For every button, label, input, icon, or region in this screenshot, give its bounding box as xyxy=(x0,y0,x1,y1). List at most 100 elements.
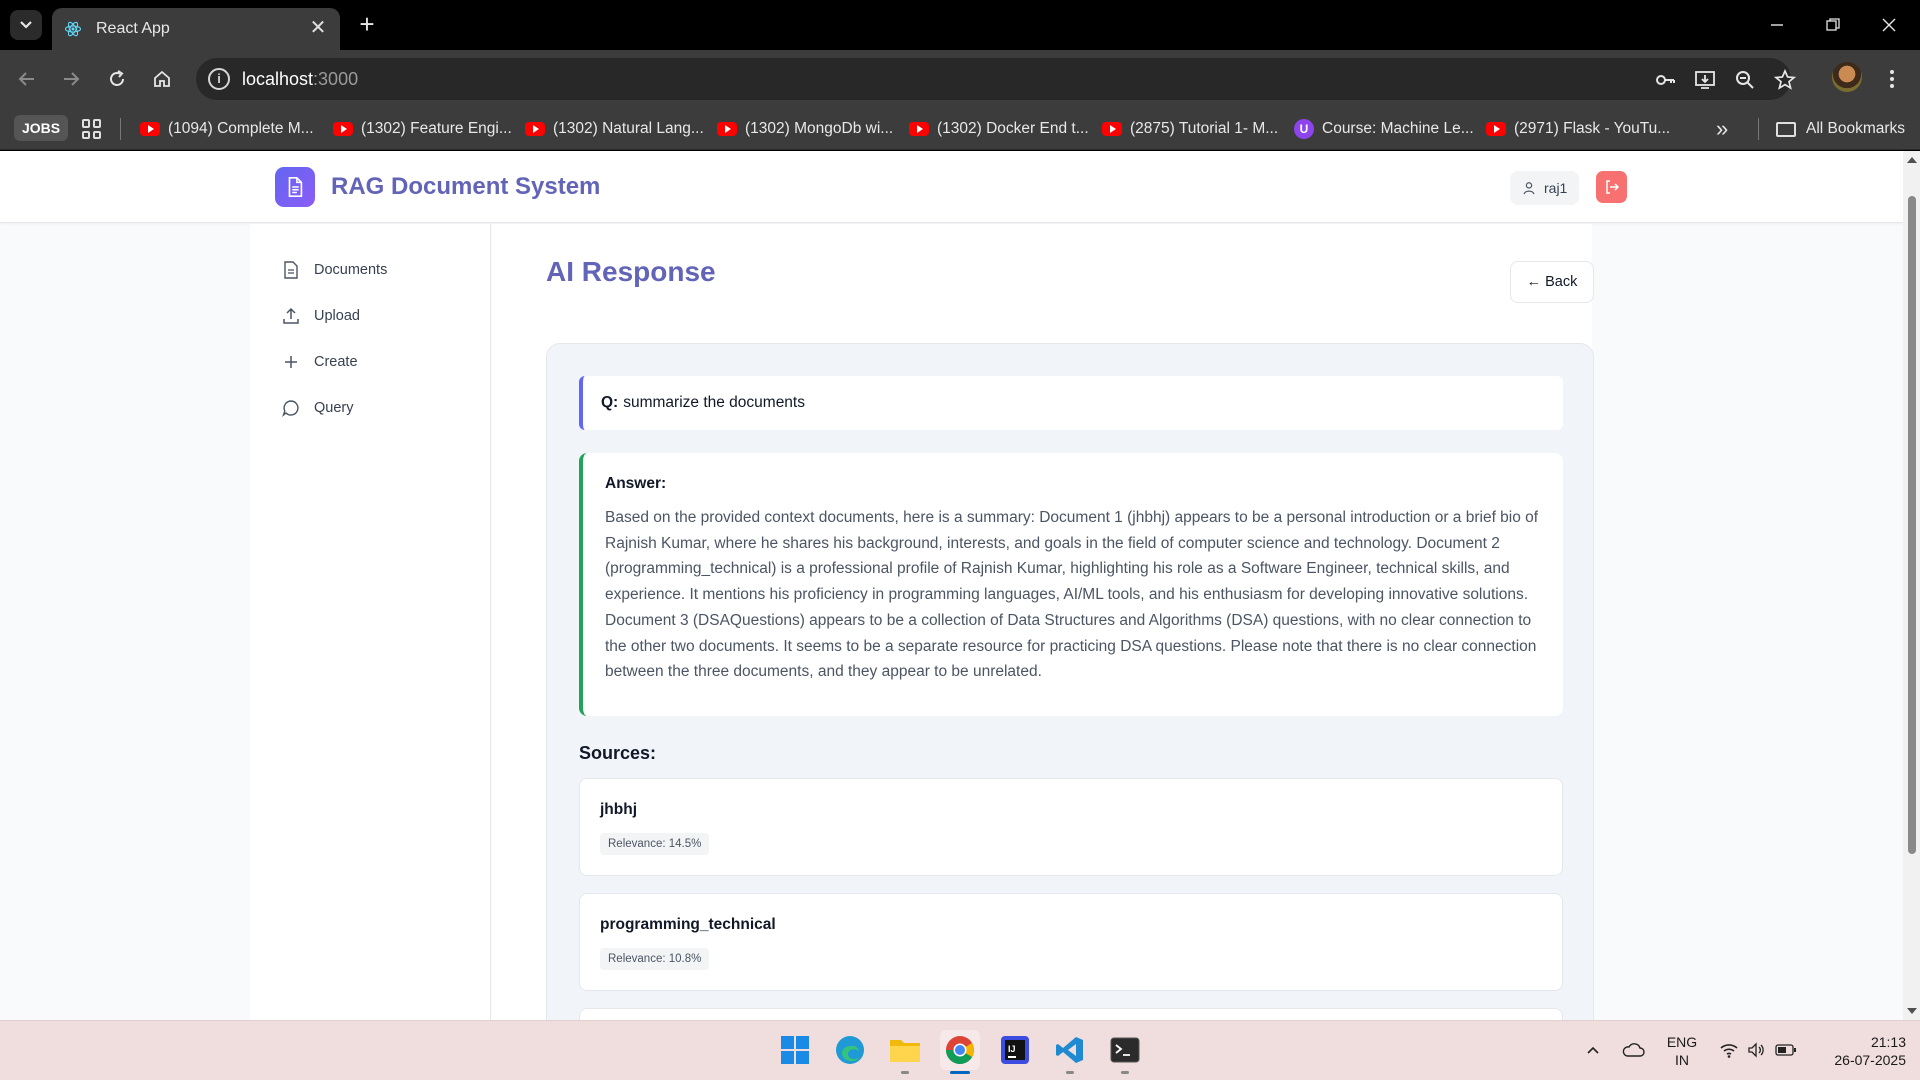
wifi-icon xyxy=(1720,1044,1738,1058)
sidebar-item-label: Create xyxy=(314,354,358,370)
user-icon xyxy=(1523,182,1535,195)
minimize-window-button[interactable] xyxy=(1754,10,1800,40)
clock[interactable]: 21:13 26-07-2025 xyxy=(1816,1033,1906,1069)
sources-heading: Sources: xyxy=(579,743,657,763)
active-indicator xyxy=(950,1071,970,1074)
new-tab-button[interactable]: + xyxy=(352,10,382,40)
tab-search-button[interactable] xyxy=(10,10,42,40)
terminal-icon xyxy=(1110,1037,1140,1063)
taskbar-file-explorer[interactable] xyxy=(885,1030,925,1074)
udemy-icon: U xyxy=(1294,119,1314,139)
source-card[interactable]: jhbhj Relevance: 14.5% xyxy=(579,778,1563,876)
language-indicator[interactable]: ENG IN xyxy=(1664,1033,1700,1069)
password-key-icon[interactable] xyxy=(1653,68,1677,92)
running-indicator xyxy=(1066,1071,1074,1074)
browser-tab-bar: React App ✕ + xyxy=(0,0,1920,50)
zoom-icon[interactable] xyxy=(1733,68,1757,92)
forward-nav-button[interactable] xyxy=(56,64,86,94)
restore-icon xyxy=(1826,18,1840,31)
react-logo-icon xyxy=(64,21,82,37)
chat-icon xyxy=(282,399,300,417)
region-code: IN xyxy=(1675,1052,1689,1068)
onedrive-button[interactable] xyxy=(1612,1030,1654,1070)
scroll-down-arrow-icon[interactable] xyxy=(1907,1008,1917,1014)
source-card-partial[interactable] xyxy=(579,1008,1563,1020)
chrome-browser-icon xyxy=(946,1036,974,1064)
install-app-icon[interactable] xyxy=(1693,68,1717,92)
sidebar-item-label: Query xyxy=(314,400,354,416)
more-bookmarks-icon[interactable]: » xyxy=(1716,108,1728,150)
vscode-icon xyxy=(1056,1037,1083,1063)
folder-icon xyxy=(1776,121,1796,137)
upload-icon xyxy=(282,307,300,325)
close-window-button[interactable] xyxy=(1866,10,1912,40)
bookmark-item[interactable]: (1302) Docker End t... xyxy=(909,108,1089,150)
question-box: Q: summarize the documents xyxy=(579,376,1563,430)
scroll-up-arrow-icon[interactable] xyxy=(1907,157,1917,163)
logout-button[interactable] xyxy=(1596,171,1627,203)
youtube-icon xyxy=(909,122,929,136)
source-card[interactable]: programming_technical Relevance: 10.8% xyxy=(579,893,1563,991)
bookmark-jobs[interactable]: JOBS xyxy=(14,115,69,141)
taskbar-chrome[interactable] xyxy=(940,1030,980,1074)
bookmark-item[interactable]: (1302) MongoDb wi... xyxy=(717,108,893,150)
sidebar-item-create[interactable]: Create xyxy=(282,347,358,377)
youtube-icon xyxy=(525,122,545,136)
back-nav-button[interactable] xyxy=(12,64,42,94)
sidebar-item-query[interactable]: Query xyxy=(282,393,354,423)
reload-button[interactable] xyxy=(102,64,132,94)
back-button[interactable]: ← Back xyxy=(1510,261,1594,303)
page-scrollbar[interactable] xyxy=(1903,151,1920,1020)
scroll-thumb[interactable] xyxy=(1908,196,1916,854)
app-title: RAG Document System xyxy=(331,173,601,200)
url-text[interactable]: localhost:3000 xyxy=(242,69,358,90)
tray-overflow-button[interactable] xyxy=(1572,1030,1614,1070)
running-indicator xyxy=(1121,1071,1129,1074)
sidebar: Documents Upload Create Query xyxy=(250,224,491,1020)
page-title: AI Response xyxy=(546,256,716,287)
taskbar-intellij[interactable]: IJ xyxy=(995,1030,1035,1070)
reload-icon xyxy=(110,70,124,86)
sidebar-item-label: Documents xyxy=(314,262,388,278)
bookmark-item[interactable]: (1094) Complete M... xyxy=(140,108,314,150)
volume-icon xyxy=(1748,1042,1764,1058)
chevron-down-icon xyxy=(20,21,32,29)
bookmark-item[interactable]: (2875) Tutorial 1- M... xyxy=(1102,108,1278,150)
sidebar-item-upload[interactable]: Upload xyxy=(282,301,360,331)
taskbar-vscode[interactable] xyxy=(1050,1030,1090,1074)
browser-menu-icon[interactable] xyxy=(1882,64,1902,94)
bookmark-item[interactable]: U Course: Machine Le... xyxy=(1294,108,1474,150)
logout-icon xyxy=(1605,180,1619,194)
quick-settings-button[interactable] xyxy=(1708,1030,1808,1070)
app-header: RAG Document System raj1 xyxy=(0,151,1903,223)
source-title: jhbhj xyxy=(600,801,638,818)
taskbar-terminal[interactable] xyxy=(1105,1030,1145,1074)
home-button[interactable] xyxy=(147,64,177,94)
document-icon xyxy=(288,177,303,197)
bookmark-item[interactable]: (1302) Feature Engi... xyxy=(333,108,512,150)
apps-grid-icon[interactable] xyxy=(82,119,102,139)
site-info-icon[interactable]: i xyxy=(208,68,230,90)
close-icon xyxy=(1882,18,1896,32)
all-bookmarks-button[interactable]: All Bookmarks xyxy=(1776,108,1905,150)
profile-avatar[interactable] xyxy=(1832,62,1862,92)
question-text: summarize the documents xyxy=(623,394,805,411)
bookmark-item[interactable]: (2971) Flask - YouTu... xyxy=(1486,108,1670,150)
bookmark-star-icon[interactable] xyxy=(1773,68,1797,92)
restore-window-button[interactable] xyxy=(1810,10,1856,40)
question-prefix: Q: xyxy=(601,394,619,411)
start-button[interactable] xyxy=(775,1030,815,1070)
home-icon xyxy=(154,70,170,87)
taskbar-edge[interactable] xyxy=(830,1030,870,1070)
page-viewport: RAG Document System raj1 Documents Uploa xyxy=(0,151,1920,1020)
tab-close-icon[interactable]: ✕ xyxy=(306,16,330,40)
username: raj1 xyxy=(1544,180,1568,196)
address-bar[interactable]: i localhost:3000 xyxy=(196,58,1797,100)
sidebar-item-documents[interactable]: Documents xyxy=(282,255,387,285)
browser-tab-active[interactable]: React App ✕ xyxy=(52,8,340,50)
bookmark-item[interactable]: (1302) Natural Lang... xyxy=(525,108,704,150)
youtube-icon xyxy=(1486,122,1506,136)
clock-date: 26-07-2025 xyxy=(1834,1052,1906,1068)
edge-browser-icon xyxy=(836,1036,864,1064)
user-badge[interactable]: raj1 xyxy=(1510,171,1580,205)
